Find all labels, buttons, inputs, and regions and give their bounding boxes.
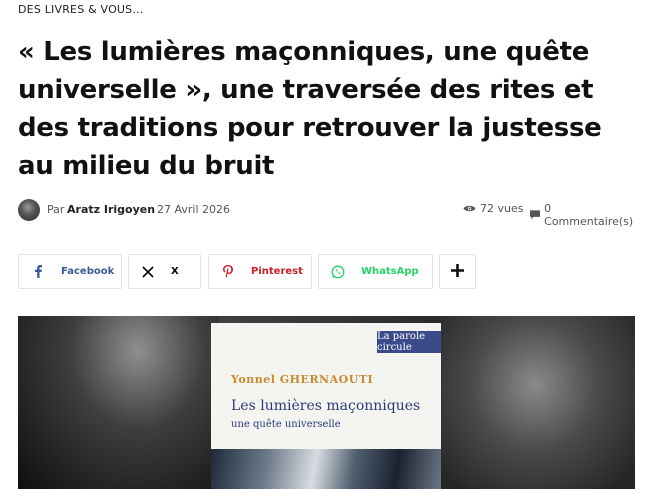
- author-avatar[interactable]: [18, 199, 40, 221]
- book-cover: La parole circule Yonnel GHERNAOUTI Les …: [211, 323, 441, 489]
- author-link[interactable]: Aratz Irigoyen: [67, 203, 155, 216]
- views-label: 72 vues: [480, 202, 524, 215]
- share-pinterest-label: Pinterest: [251, 266, 303, 277]
- views-count: 72 vues: [463, 202, 523, 215]
- comments-count[interactable]: 0 Commentaire(s): [530, 202, 636, 228]
- background-blur-right: [435, 316, 635, 489]
- book-author: Yonnel GHERNAOUTI: [231, 373, 374, 386]
- share-x-label: X: [171, 266, 179, 277]
- pinterest-icon: [219, 265, 237, 278]
- comment-icon: [530, 210, 541, 220]
- eye-icon: [463, 205, 476, 212]
- x-icon: [139, 265, 157, 278]
- plus-icon: [451, 263, 464, 280]
- book-title: Les lumières maçonniques: [231, 398, 421, 414]
- category-label[interactable]: DES LIVRES & VOUS…: [18, 3, 144, 16]
- share-pinterest-button[interactable]: Pinterest: [208, 254, 312, 289]
- background-blur-left: [18, 316, 218, 489]
- share-x-button[interactable]: X: [128, 254, 201, 289]
- share-whatsapp-button[interactable]: WhatsApp: [318, 254, 433, 289]
- share-more-button[interactable]: [439, 254, 476, 289]
- publish-date: 27 Avril 2026: [157, 203, 231, 216]
- by-prefix: Par: [47, 203, 65, 216]
- facebook-icon: [29, 265, 47, 278]
- comments-label: 0 Commentaire(s): [544, 202, 634, 228]
- publisher-tag: La parole circule: [377, 331, 441, 353]
- book-subtitle: une quête universelle: [231, 419, 341, 430]
- cover-artwork: [211, 449, 441, 489]
- whatsapp-icon: [329, 265, 347, 279]
- share-facebook-button[interactable]: Facebook: [18, 254, 122, 289]
- article-title: « Les lumières maçonniques, une quête un…: [18, 37, 602, 181]
- article-meta: Par Aratz Irigoyen 27 Avril 2026 72 vues…: [18, 199, 636, 228]
- featured-image: La parole circule Yonnel GHERNAOUTI Les …: [18, 316, 635, 489]
- share-facebook-label: Facebook: [61, 266, 115, 277]
- share-whatsapp-label: WhatsApp: [361, 266, 419, 277]
